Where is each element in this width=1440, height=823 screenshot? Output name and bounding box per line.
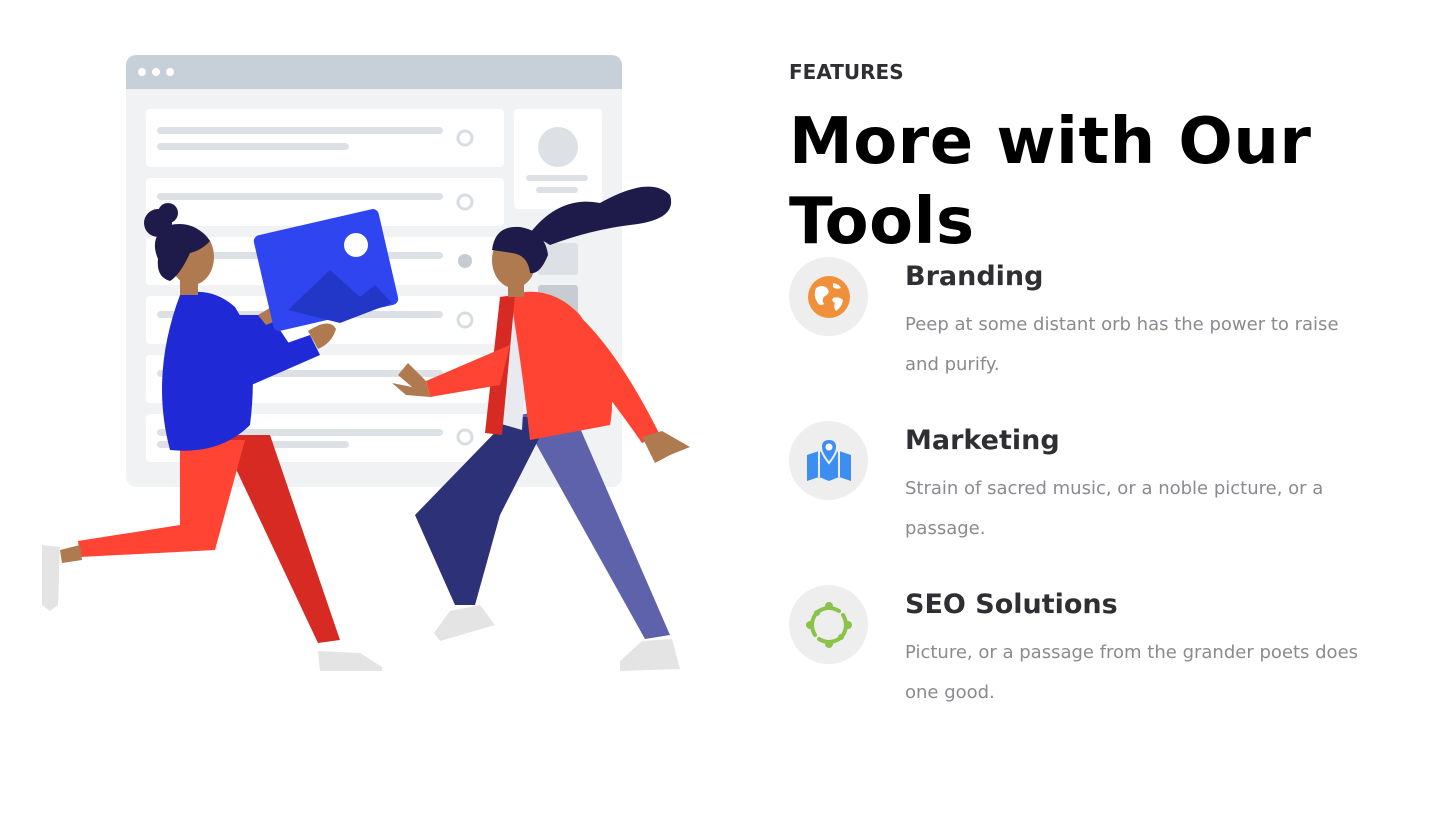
feature-description: Picture, or a passage from the grander p…: [905, 642, 1359, 703]
network-cycle-icon: [789, 585, 868, 664]
team-collaboration-illustration: [30, 45, 710, 685]
feature-heading: Branding: [905, 261, 1044, 292]
feature-heading: SEO Solutions: [905, 589, 1118, 620]
feature-heading: Marketing: [905, 425, 1060, 456]
feature-seo-solutions: SEO Solutions Picture, or a passage from…: [789, 585, 1389, 725]
section-title: More with Our Tools: [789, 102, 1389, 262]
globe-icon: [789, 257, 868, 336]
feature-description: Strain of sacred music, or a noble pictu…: [905, 478, 1324, 539]
map-pin-icon: [789, 421, 868, 500]
features-section: FEATURES More with Our Tools: [789, 60, 1389, 262]
section-title-line-2: Tools: [789, 185, 975, 259]
section-eyebrow: FEATURES: [789, 60, 904, 84]
feature-marketing: Marketing Strain of sacred music, or a n…: [789, 421, 1389, 561]
section-title-line-1: More with Our: [789, 105, 1312, 179]
feature-description: Peep at some distant orb has the power t…: [905, 314, 1339, 375]
feature-branding: Branding Peep at some distant orb has th…: [789, 257, 1389, 397]
